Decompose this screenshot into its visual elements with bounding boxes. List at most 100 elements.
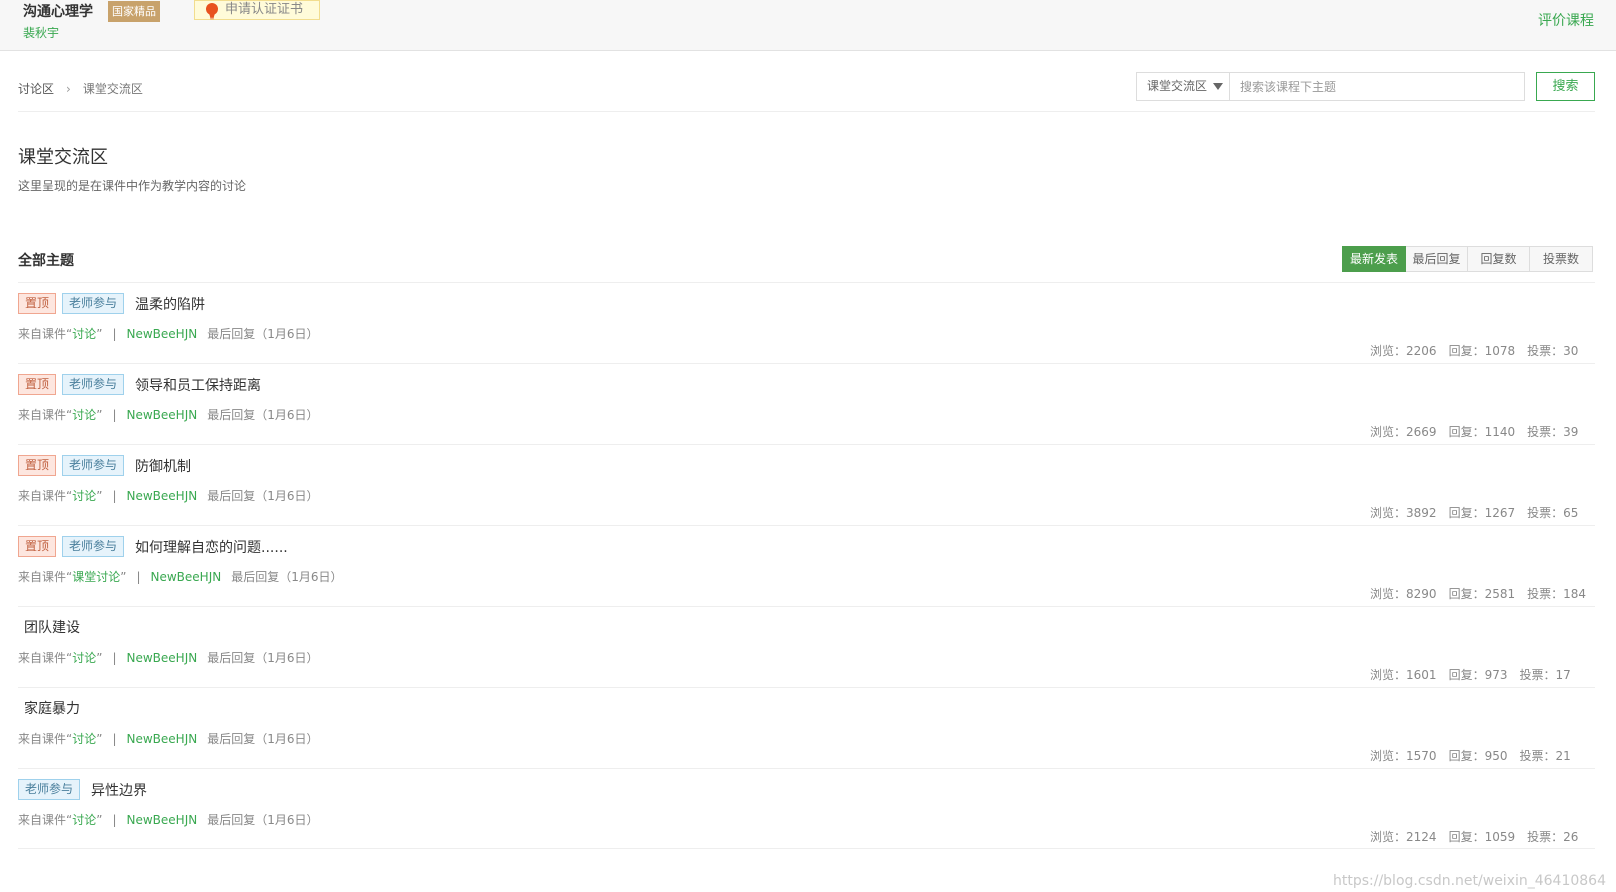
sort-tab-newest[interactable]: 最新发表 xyxy=(1342,246,1406,272)
views-count: 浏览：2124 xyxy=(1370,830,1437,844)
meta-separator: | xyxy=(112,408,117,422)
replies-count: 回复：1078 xyxy=(1449,344,1516,358)
votes-value: 17 xyxy=(1555,668,1571,682)
replies-value: 1059 xyxy=(1484,830,1516,844)
from-courseware-label: 来自课件“ xyxy=(18,327,73,341)
votes-label: 投票： xyxy=(1527,506,1564,520)
topic-head: 置顶 老师参与 温柔的陷阱 xyxy=(18,293,205,314)
sort-tab-vote-count[interactable]: 投票数 xyxy=(1530,246,1593,272)
replies-value: 1140 xyxy=(1484,425,1516,439)
watermark: https://blog.csdn.net/weixin_46410864 xyxy=(1332,873,1606,889)
views-value: 2124 xyxy=(1406,830,1437,844)
topic-meta: 来自课件“讨论” | NewBeeHJN 最后回复（1月6日） xyxy=(18,811,319,828)
replies-label: 回复： xyxy=(1448,749,1485,763)
views-value: 1570 xyxy=(1406,749,1437,763)
views-value: 2206 xyxy=(1406,344,1437,358)
replies-count: 回复：973 xyxy=(1449,668,1508,682)
views-count: 浏览：1570 xyxy=(1370,749,1437,763)
views-count: 浏览：8290 xyxy=(1370,587,1437,601)
search-scope-select[interactable]: 课堂交流区 xyxy=(1136,72,1229,101)
last-reply-text: 最后回复（1月6日） xyxy=(207,651,319,665)
replies-value: 2581 xyxy=(1484,587,1516,601)
replies-label: 回复： xyxy=(1448,830,1485,844)
topic-meta: 来自课件“讨论” | NewBeeHJN 最后回复（1月6日） xyxy=(18,649,319,666)
topic-title[interactable]: 温柔的陷阱 xyxy=(135,294,205,314)
courseware-link[interactable]: 讨论 xyxy=(72,813,96,827)
courseware-link[interactable]: 讨论 xyxy=(72,651,96,665)
topic-meta: 来自课件“讨论” | NewBeeHJN 最后回复（1月6日） xyxy=(18,406,319,423)
last-reply-text: 最后回复（1月6日） xyxy=(207,732,319,746)
sort-tabs: 最新发表 最后回复 回复数 投票数 xyxy=(1342,246,1593,272)
search-input[interactable] xyxy=(1229,72,1525,101)
replies-value: 973 xyxy=(1484,668,1508,682)
topic-stats: 浏览：2206 回复：1078 投票：30 xyxy=(1370,342,1590,359)
apply-certificate-button[interactable]: 申请认证证书 xyxy=(194,0,320,20)
author-link[interactable]: NewBeeHJN xyxy=(127,732,198,746)
author-link[interactable]: NewBeeHJN xyxy=(127,327,198,341)
topic-row: 团队建设 来自课件“讨论” | NewBeeHJN 最后回复（1月6日） 浏览：1601 回… xyxy=(18,606,1595,687)
sort-tab-last-reply[interactable]: 最后回复 xyxy=(1406,246,1468,272)
replies-label: 回复： xyxy=(1448,506,1485,520)
teacher-name[interactable]: 裴秋宇 xyxy=(23,24,59,41)
courseware-link[interactable]: 讨论 xyxy=(72,327,96,341)
replies-label: 回复： xyxy=(1448,425,1485,439)
replies-count: 回复：1140 xyxy=(1449,425,1516,439)
courseware-link[interactable]: 讨论 xyxy=(72,732,96,746)
meta-separator: | xyxy=(112,651,117,665)
author-link[interactable]: NewBeeHJN xyxy=(127,651,198,665)
topic-head: 置顶 老师参与 防御机制 xyxy=(18,455,191,476)
topic-stats: 浏览：3892 回复：1267 投票：65 xyxy=(1370,504,1590,521)
topic-stats: 浏览：2669 回复：1140 投票：39 xyxy=(1370,423,1590,440)
topic-row: 置顶 老师参与 防御机制 来自课件“讨论” | NewBeeHJN 最后回复（1月6日） 浏览… xyxy=(18,444,1595,525)
pinned-tag: 置顶 xyxy=(18,536,57,557)
author-link[interactable]: NewBeeHJN xyxy=(127,813,198,827)
course-title[interactable]: 沟通心理学 xyxy=(23,1,93,21)
topic-title[interactable]: 家庭暴力 xyxy=(24,698,80,718)
replies-value: 1078 xyxy=(1484,344,1516,358)
national-quality-badge: 国家精品 xyxy=(108,1,160,22)
courseware-link[interactable]: 课堂讨论 xyxy=(72,570,120,584)
topic-title[interactable]: 领导和员工保持距离 xyxy=(135,375,261,395)
votes-value: 65 xyxy=(1563,506,1579,520)
topic-row: 置顶 老师参与 温柔的陷阱 来自课件“讨论” | NewBeeHJN 最后回复（1月6日） 浏… xyxy=(18,282,1595,363)
teacher-participated-tag: 老师参与 xyxy=(18,779,81,800)
breadcrumb-current: 课堂交流区 xyxy=(82,82,143,96)
author-link[interactable]: NewBeeHJN xyxy=(127,408,198,422)
courseware-link[interactable]: 讨论 xyxy=(72,408,96,422)
courseware-link[interactable]: 讨论 xyxy=(72,489,96,503)
topic-title[interactable]: 异性边界 xyxy=(91,780,147,800)
views-count: 浏览：3892 xyxy=(1370,506,1437,520)
rate-course-link[interactable]: 评价课程 xyxy=(1538,10,1594,30)
topic-title[interactable]: 防御机制 xyxy=(135,456,191,476)
last-reply-text: 最后回复（1月6日） xyxy=(231,570,343,584)
search-scope-label: 课堂交流区 xyxy=(1147,79,1208,93)
caret-down-icon xyxy=(1213,83,1223,90)
votes-label: 投票： xyxy=(1527,344,1564,358)
topic-stats: 浏览：1570 回复：950 投票：21 xyxy=(1370,747,1583,764)
breadcrumb-root[interactable]: 讨论区 xyxy=(18,82,54,96)
course-header: 沟通心理学 国家精品 裴秋宇 申请认证证书 评价课程 xyxy=(0,0,1616,51)
author-link[interactable]: NewBeeHJN xyxy=(127,489,198,503)
views-label: 浏览： xyxy=(1370,425,1407,439)
from-courseware-suffix: ” xyxy=(96,489,103,503)
views-label: 浏览： xyxy=(1370,830,1407,844)
votes-count: 投票：26 xyxy=(1527,830,1578,844)
topic-stats: 浏览：2124 回复：1059 投票：26 xyxy=(1370,828,1590,845)
topic-title[interactable]: 如何理解自恋的问题...... xyxy=(135,537,288,557)
votes-value: 184 xyxy=(1563,587,1587,601)
topic-meta: 来自课件“讨论” | NewBeeHJN 最后回复（1月6日） xyxy=(18,325,319,342)
topic-row: 置顶 老师参与 领导和员工保持距离 来自课件“讨论” | NewBeeHJN 最后回复（1月… xyxy=(18,363,1595,444)
from-courseware-label: 来自课件“ xyxy=(18,489,73,503)
search-button[interactable]: 搜索 xyxy=(1536,72,1595,101)
last-reply-text: 最后回复（1月6日） xyxy=(207,327,319,341)
author-link[interactable]: NewBeeHJN xyxy=(151,570,222,584)
sort-tab-reply-count[interactable]: 回复数 xyxy=(1468,246,1530,272)
views-count: 浏览：2669 xyxy=(1370,425,1437,439)
divider xyxy=(18,111,1595,112)
teacher-participated-tag: 老师参与 xyxy=(62,455,125,476)
replies-count: 回复：950 xyxy=(1449,749,1508,763)
views-label: 浏览： xyxy=(1370,587,1407,601)
topic-list: 置顶 老师参与 温柔的陷阱 来自课件“讨论” | NewBeeHJN 最后回复（1月6日）浏… xyxy=(18,282,1595,849)
topic-title[interactable]: 团队建设 xyxy=(24,617,80,637)
topic-head: 家庭暴力 xyxy=(18,698,80,718)
